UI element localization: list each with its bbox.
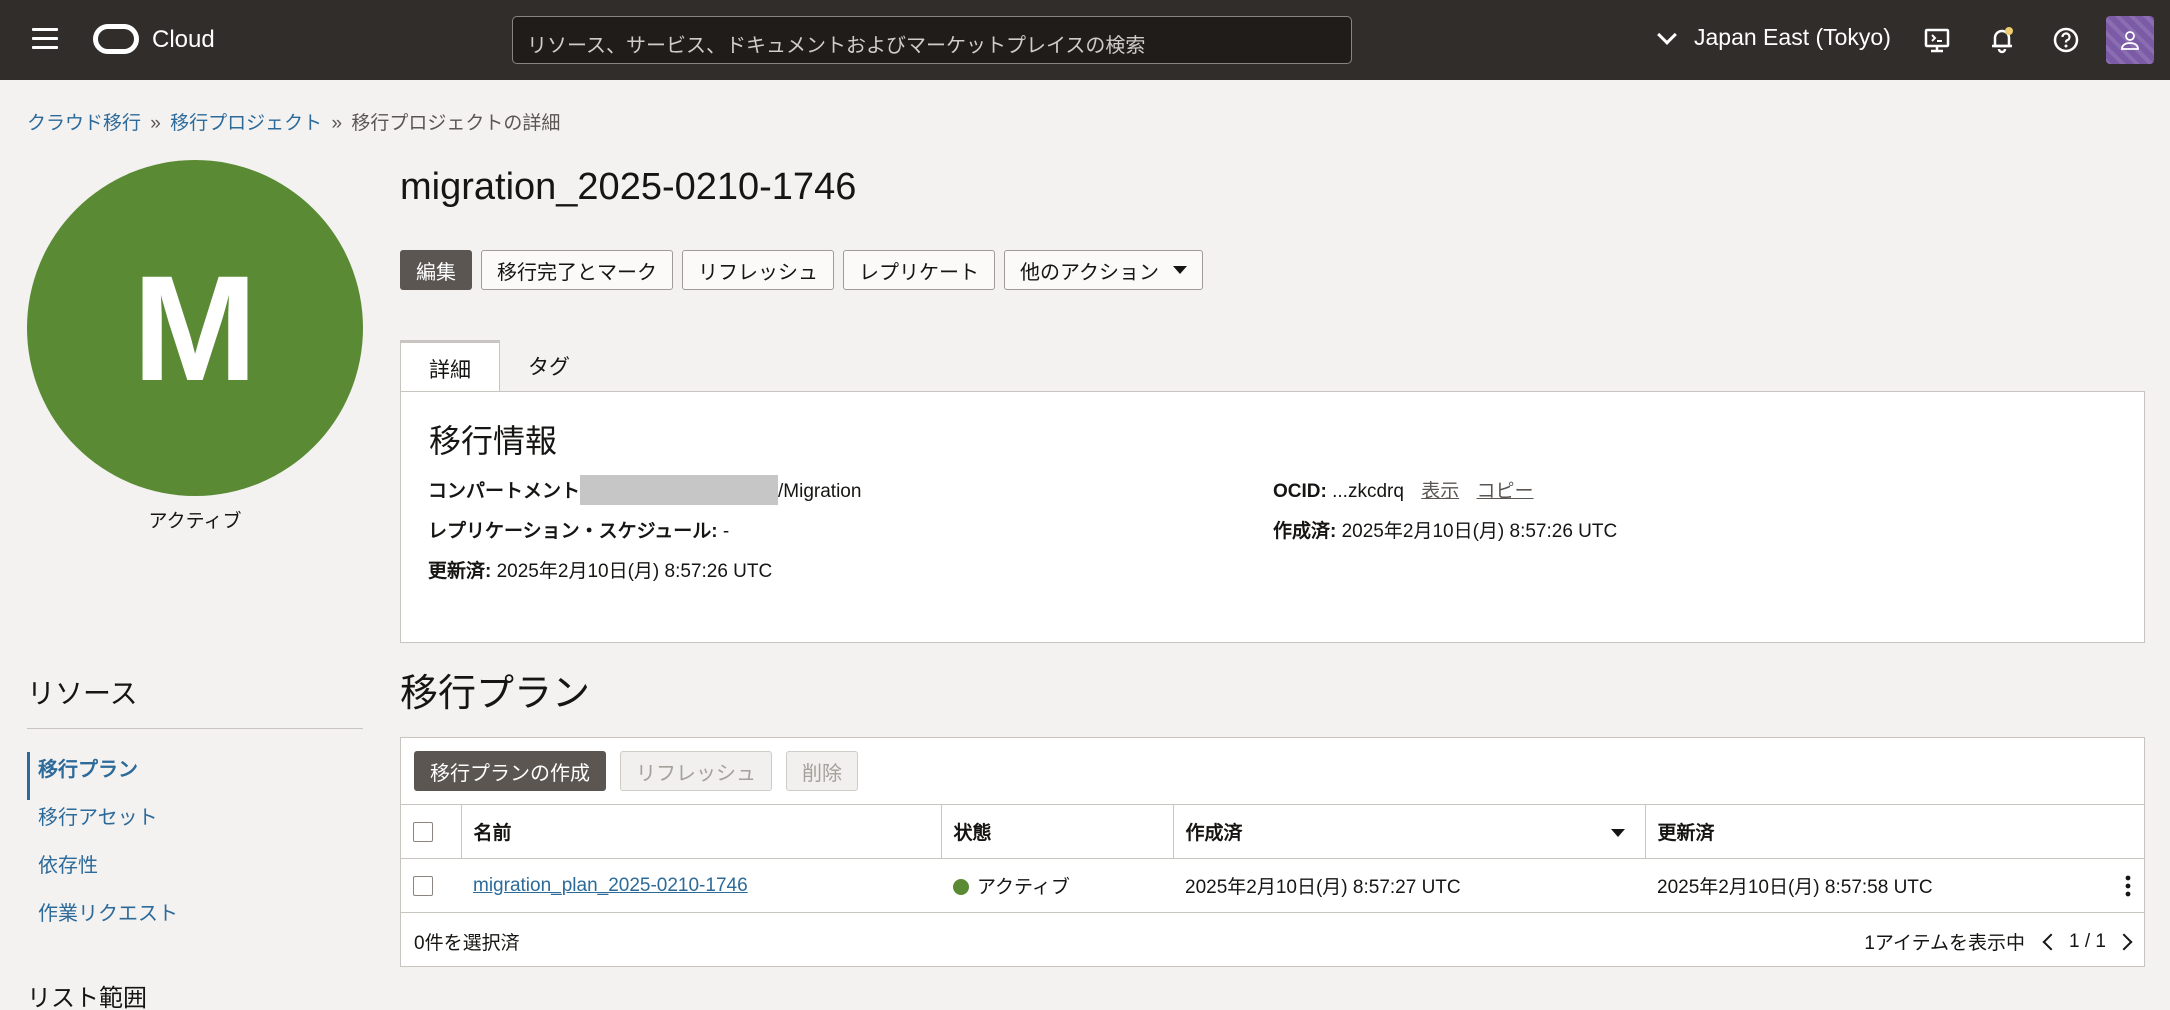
- schedule-value: -: [722, 521, 730, 542]
- selected-count: 0件を選択済: [414, 933, 520, 954]
- user-icon: [2121, 31, 2139, 50]
- column-header-created-label: 作成済: [1185, 823, 1243, 844]
- pagination: 1アイテムを表示中 1 / 1: [1864, 928, 2133, 955]
- breadcrumb: クラウド移行 » 移行プロジェクト » 移行プロジェクトの詳細: [27, 108, 560, 135]
- more-actions-button[interactable]: 他のアクション: [1004, 250, 1203, 290]
- status-active-icon: [953, 879, 969, 895]
- project-avatar: M: [27, 160, 363, 496]
- updated-row: 更新済: 2025年2月10日(月) 8:57:26 UTC: [428, 556, 772, 583]
- table-row: migration_plan_2025-0210-1746 アクティブ 2025…: [401, 858, 2144, 913]
- chevron-left-icon[interactable]: [2042, 933, 2060, 950]
- refresh-button[interactable]: リフレッシュ: [682, 250, 834, 290]
- plan-name-cell: migration_plan_2025-0210-1746: [461, 858, 941, 913]
- caret-down-icon: [1173, 266, 1187, 274]
- ocid-value: ...zkcdrq: [1332, 481, 1404, 502]
- schedule-row: レプリケーション・スケジュール: -: [428, 516, 729, 543]
- updated-label: 更新済:: [428, 561, 492, 582]
- breadcrumb-separator: »: [331, 113, 343, 134]
- breadcrumb-cloud-migration[interactable]: クラウド移行: [27, 113, 141, 134]
- schedule-label: レプリケーション・スケジュール:: [428, 521, 718, 542]
- resources-divider: [27, 728, 363, 729]
- plan-state: アクティブ: [977, 877, 1070, 898]
- region-selector[interactable]: Japan East (Tokyo): [1657, 24, 1891, 51]
- resource-item-dependencies[interactable]: 依存性: [27, 848, 363, 896]
- action-toolbar: 編集 移行完了とマーク リフレッシュ レプリケート 他のアクション: [400, 250, 1203, 290]
- plan-name-link[interactable]: migration_plan_2025-0210-1746: [473, 875, 748, 896]
- kebab-menu-icon[interactable]: [2124, 874, 2132, 898]
- plans-grid: 名前 状態 作成済 更新済 migration_plan_2025-0210-1…: [401, 804, 2144, 913]
- plan-state-cell: アクティブ: [941, 858, 1173, 913]
- oracle-logo-icon[interactable]: [93, 24, 139, 54]
- help-icon[interactable]: [2050, 24, 2082, 56]
- ocid-show-link[interactable]: 表示: [1421, 481, 1459, 502]
- migration-plans-table: 移行プランの作成 リフレッシュ 削除 名前 状態 作成済 更新済 migrati…: [400, 737, 2145, 967]
- created-label: 作成済:: [1273, 521, 1337, 542]
- resources-nav: 移行プラン 移行アセット 依存性 作業リクエスト: [27, 752, 363, 944]
- migration-plans-title: 移行プラン: [400, 673, 591, 715]
- created-row: 作成済: 2025年2月10日(月) 8:57:26 UTC: [1273, 516, 1617, 543]
- compartment-row: コンパートメント/Migration: [428, 474, 862, 505]
- cloud-shell-icon[interactable]: [1921, 24, 1953, 56]
- edit-button[interactable]: 編集: [400, 250, 472, 290]
- user-profile-button[interactable]: [2106, 16, 2154, 64]
- row-select-cell: [401, 858, 461, 913]
- ocid-copy-link[interactable]: コピー: [1477, 481, 1534, 502]
- bell-icon[interactable]: [1986, 24, 2018, 56]
- column-header-name[interactable]: 名前: [460, 804, 941, 859]
- created-value: 2025年2月10日(月) 8:57:26 UTC: [1341, 521, 1618, 542]
- top-navigation-bar: Cloud リソース、サービス、ドキュメントおよびマーケットプレイスの検索 Ja…: [0, 0, 2170, 80]
- resource-item-migration-assets[interactable]: 移行アセット: [27, 800, 363, 848]
- detail-tabs: 詳細 タグ: [400, 340, 598, 394]
- project-status: アクティブ: [148, 511, 242, 532]
- plan-updated-cell: 2025年2月10日(月) 8:57:58 UTC: [1645, 858, 2144, 913]
- updated-value: 2025年2月10日(月) 8:57:26 UTC: [496, 561, 773, 582]
- page-title: migration_2025-0210-1746: [400, 166, 857, 208]
- column-header-state[interactable]: 状態: [940, 804, 1173, 859]
- table-toolbar: 移行プランの作成 リフレッシュ 削除: [414, 751, 858, 791]
- chevron-right-icon[interactable]: [2115, 933, 2133, 950]
- more-actions-label: 他のアクション: [1020, 261, 1159, 284]
- brand-name[interactable]: Cloud: [152, 26, 215, 54]
- create-plan-button[interactable]: 移行プランの作成: [414, 751, 606, 791]
- list-scope-title: リスト範囲: [27, 985, 147, 1010]
- resource-item-migration-plans[interactable]: 移行プラン: [27, 752, 363, 800]
- plan-updated: 2025年2月10日(月) 8:57:58 UTC: [1657, 877, 1933, 898]
- table-header-row: 名前 状態 作成済 更新済: [401, 804, 2144, 859]
- migration-info-panel: 移行情報 コンパートメント/Migration レプリケーション・スケジュール:…: [400, 391, 2145, 643]
- select-all-cell: [401, 804, 461, 859]
- compartment-value: /Migration: [778, 481, 862, 502]
- showing-count: 1アイテムを表示中: [1864, 933, 2026, 954]
- migration-info-title: 移行情報: [429, 423, 558, 459]
- mark-complete-button[interactable]: 移行完了とマーク: [481, 250, 673, 290]
- redacted-block: [580, 474, 779, 505]
- ocid-label: OCID:: [1273, 481, 1327, 502]
- tab-details[interactable]: 詳細: [400, 340, 500, 394]
- region-label: Japan East (Tokyo): [1694, 24, 1891, 50]
- breadcrumb-separator: »: [150, 113, 161, 134]
- column-header-created[interactable]: 作成済: [1172, 804, 1645, 859]
- replicate-button[interactable]: レプリケート: [843, 250, 995, 290]
- table-refresh-button[interactable]: リフレッシュ: [620, 751, 772, 791]
- page-indicator: 1 / 1: [2069, 930, 2106, 952]
- resources-title: リソース: [27, 678, 138, 709]
- resource-item-work-requests[interactable]: 作業リクエスト: [27, 896, 363, 944]
- compartment-label: コンパートメント: [428, 481, 581, 502]
- chevron-down-icon: [1657, 24, 1677, 45]
- tab-tags[interactable]: タグ: [500, 340, 598, 392]
- sort-desc-icon[interactable]: [1610, 829, 1625, 837]
- search-input[interactable]: リソース、サービス、ドキュメントおよびマーケットプレイスの検索: [512, 16, 1352, 64]
- breadcrumb-current: 移行プロジェクトの詳細: [351, 113, 561, 134]
- ocid-row: OCID: ...zkcdrq 表示 コピー: [1273, 476, 1534, 503]
- column-header-updated[interactable]: 更新済: [1644, 804, 2144, 859]
- select-all-checkbox[interactable]: [413, 821, 433, 842]
- plan-created-cell: 2025年2月10日(月) 8:57:27 UTC: [1173, 858, 1645, 913]
- menu-icon[interactable]: [32, 28, 58, 50]
- breadcrumb-migration-projects[interactable]: 移行プロジェクト: [170, 113, 322, 134]
- delete-button[interactable]: 削除: [786, 751, 858, 791]
- row-checkbox[interactable]: [413, 875, 433, 896]
